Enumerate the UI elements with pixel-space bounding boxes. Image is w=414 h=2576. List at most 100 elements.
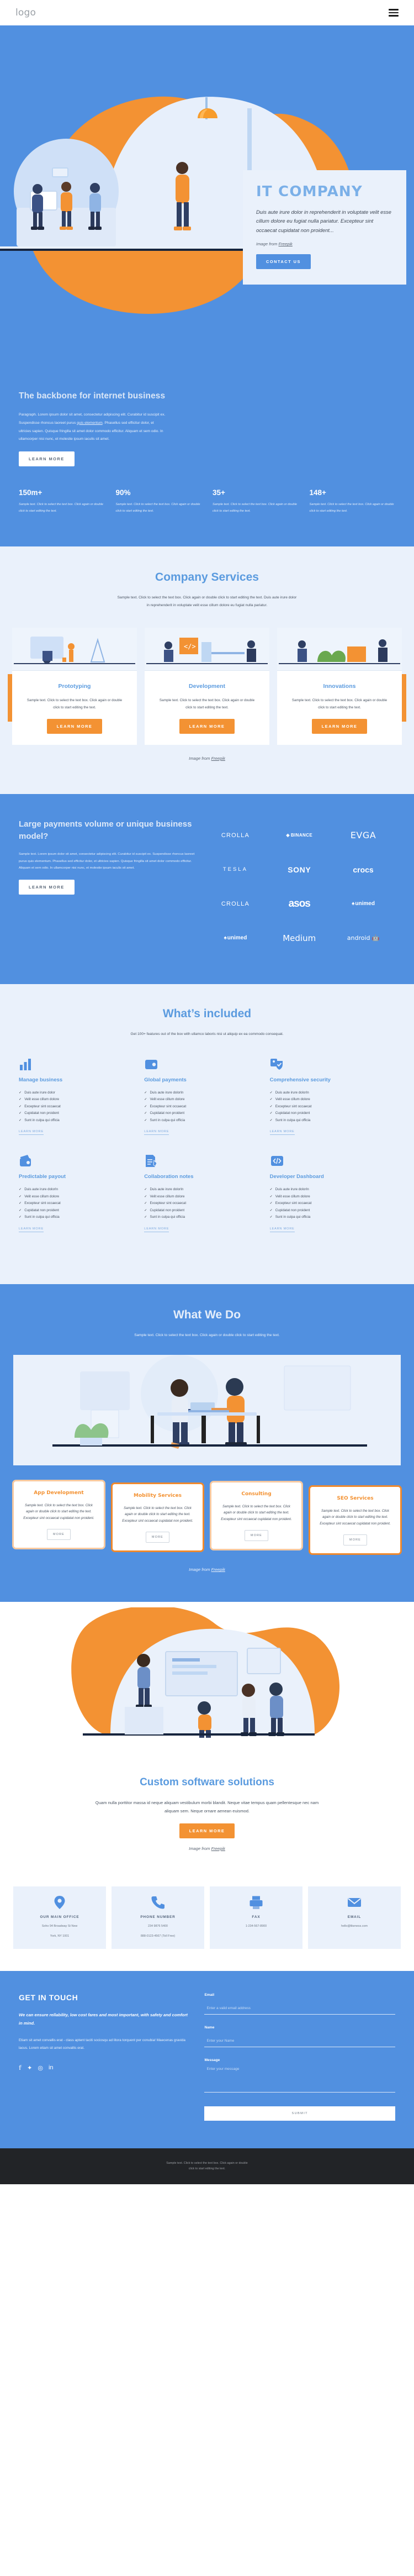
credit-link[interactable]: Freepik <box>211 756 225 761</box>
list-item: ✓ Cupidatat non proident <box>144 1208 255 1212</box>
team-meeting-illustration <box>13 1354 401 1465</box>
backbone-paragraph: Paragraph. Lorem ipsum dolor sit amet, c… <box>19 411 380 444</box>
credit-link[interactable]: Freepik <box>211 1846 225 1851</box>
list-item: ✓ Velit esse cillum dolore <box>19 1195 130 1198</box>
code-brackets-icon <box>270 1154 284 1168</box>
service-learn-more-button[interactable]: LEARN MORE <box>46 718 103 734</box>
services-title: Company Services <box>155 570 259 583</box>
email-input[interactable] <box>204 2006 395 2015</box>
check-icon: ✓ <box>19 1187 22 1192</box>
wwd-card-text: Sample text. Click to select the text bo… <box>23 1503 94 1521</box>
submit-button[interactable]: SUBMIT <box>204 2106 395 2121</box>
prototyping-illustration <box>12 628 137 671</box>
feature-learn-more-link[interactable]: LEARN MORE <box>269 1227 295 1232</box>
instagram-icon[interactable]: ◎ <box>38 2064 43 2072</box>
name-input[interactable] <box>204 2039 395 2048</box>
hamburger-icon[interactable] <box>389 9 399 17</box>
feature-item-text: Velit esse cillum dolore <box>150 1097 185 1102</box>
feature-list: ✓ Duis aute irure dolorIn ✓ Velit esse cil… <box>270 1091 381 1122</box>
service-learn-more-button[interactable]: LEARN MORE <box>179 718 235 734</box>
feature-learn-more-link[interactable]: LEARN MORE <box>144 1227 169 1232</box>
check-icon: ✓ <box>269 1118 273 1122</box>
twitter-icon[interactable]: ✦ <box>27 2064 32 2072</box>
hero-title: IT COMPANY <box>256 183 363 200</box>
feature-item-text: Duis aute irure dolor <box>24 1090 55 1095</box>
feature-item-text: Sunt in culpa qui officia <box>150 1215 185 1219</box>
backbone-learn-more-button[interactable]: LEARN MORE <box>19 451 75 467</box>
custom-learn-more-button[interactable]: LEARN MORE <box>179 1823 235 1838</box>
list-item: ✓ Cupidatat non proident <box>19 1208 130 1212</box>
brand-label: asos <box>288 897 311 910</box>
wwd-card-title: SEO Services <box>337 1495 374 1501</box>
landing-page: logo IT COMPANY Duis aute irure dolor in… <box>0 0 414 2184</box>
git-paragraph: Etiam sit amet convallis erat - class ap… <box>19 2038 185 2050</box>
brand-logo-crolla-2: CROLLA <box>204 887 268 921</box>
list-item: ✓ Velit esse cillum dolore <box>144 1195 255 1198</box>
contact-card-office: OUR MAIN OFFICE Soho 94 Broadway St New … <box>13 1886 106 1949</box>
credit-link[interactable]: Freepik <box>211 1567 225 1572</box>
footer: Sample text. Click to select the text bo… <box>0 2148 414 2184</box>
feature-learn-more-link[interactable]: LEARN MORE <box>19 1227 44 1232</box>
wwd-card-mobility-services[interactable]: Mobility Services Sample text. Click to … <box>111 1482 204 1553</box>
service-card[interactable]: Prototyping Sample text. Click to select… <box>12 628 137 745</box>
service-card-text: Sample text. Click to select the text bo… <box>26 698 123 709</box>
service-card[interactable]: </> Development Sample text. Click to se… <box>145 628 269 745</box>
service-learn-more-button[interactable]: LEARN MORE <box>311 718 368 734</box>
list-item: ✓ Duis aute irure dolor <box>19 1091 130 1095</box>
brand-logo-android: android 🤖 <box>331 921 395 955</box>
linkedin-icon[interactable]: in <box>49 2064 54 2072</box>
backbone-inline-link[interactable]: quis elementum <box>77 421 103 425</box>
contact-card-line: Soho 94 Broadway St New <box>41 1924 78 1928</box>
message-input[interactable] <box>204 2067 395 2093</box>
wwd-card-seo-services[interactable]: SEO Services Sample text. Click to selec… <box>309 1485 402 1555</box>
brand-logo-tesla: TESLA <box>204 853 268 887</box>
feature-developer-dashboard: Developer Dashboard ✓ Duis aute irure dol… <box>269 1154 395 1232</box>
contact-card-phone: PHONE NUMBER 234 9876 5400 888-0123-4567… <box>112 1886 204 1949</box>
service-card-title: Development <box>189 683 225 690</box>
contact-card-line[interactable]: hello@likeness.com <box>314 1923 395 1929</box>
services-subtitle: Sample text. Click to select the text bo… <box>117 595 297 607</box>
brand-label: TESLA <box>222 866 248 873</box>
feature-title: Collaboration notes <box>144 1174 194 1180</box>
wwd-card-app-development[interactable]: App Development Sample text. Click to se… <box>12 1479 105 1550</box>
message-field-group: Message <box>204 2058 395 2095</box>
service-card[interactable]: Innovations Sample text. Click to select… <box>277 628 402 745</box>
email-icon <box>347 1895 362 1910</box>
wwd-more-button[interactable]: MORE <box>47 1529 71 1541</box>
wwd-card-text: Sample text. Click to select the text bo… <box>122 1506 193 1523</box>
brand-text: BINANCE <box>290 833 313 838</box>
company-services-section: Company Services Sample text. Click to s… <box>0 546 414 794</box>
check-icon: ✓ <box>144 1111 147 1116</box>
brand-logo-unimed: ♠ unimed <box>331 887 395 921</box>
facebook-icon[interactable]: 𝕗 <box>19 2064 22 2072</box>
check-icon: ✓ <box>19 1090 22 1095</box>
list-item: ✓ Velit esse cillum dolore <box>270 1097 381 1101</box>
wwd-more-button[interactable]: MORE <box>245 1530 268 1542</box>
stat-text: Sample text. Click to select the text bo… <box>213 503 297 513</box>
brand-label: ◈ BINANCE <box>286 833 313 838</box>
wwd-more-button[interactable]: MORE <box>146 1532 169 1543</box>
feature-item-text: Duis aute irure dolorIn <box>150 1090 184 1095</box>
feature-item-text: Velit esse cillum dolore <box>275 1194 310 1198</box>
brand-label: crocs <box>353 865 374 874</box>
development-illustration: </> <box>145 628 269 671</box>
credit-prefix: Image from <box>256 241 279 247</box>
feature-item-text: Excepteur sint occaecat <box>24 1104 61 1108</box>
hero-contact-us-button[interactable]: CONTACT US <box>256 254 311 270</box>
innovations-illustration <box>277 628 402 671</box>
payments-section: Large payments volume or unique business… <box>0 793 414 984</box>
payments-learn-more-button[interactable]: LEARN MORE <box>19 879 75 895</box>
list-item: ✓ Cupidatat non proident <box>19 1111 130 1115</box>
feature-learn-more-link[interactable]: LEARN MORE <box>144 1130 169 1135</box>
wwd-card-text: Sample text. Click to select the text bo… <box>320 1508 391 1526</box>
check-icon: ✓ <box>269 1215 273 1219</box>
feature-learn-more-link[interactable]: LEARN MORE <box>269 1130 295 1135</box>
backbone-line-2b: . Phasellus sed efficitur dolor, et <box>102 420 154 425</box>
backbone-line-1: Paragraph. Lorem ipsum dolor sit amet, c… <box>19 413 166 417</box>
site-logo[interactable]: logo <box>15 7 36 18</box>
wwd-more-button[interactable]: MORE <box>343 1534 367 1546</box>
credit-link[interactable]: Freepik <box>279 241 293 246</box>
feature-learn-more-link[interactable]: LEARN MORE <box>19 1130 44 1135</box>
feature-item-text: Cupidatat non proident <box>275 1111 310 1116</box>
wwd-card-consulting[interactable]: Consulting Sample text. Click to select … <box>210 1480 303 1551</box>
